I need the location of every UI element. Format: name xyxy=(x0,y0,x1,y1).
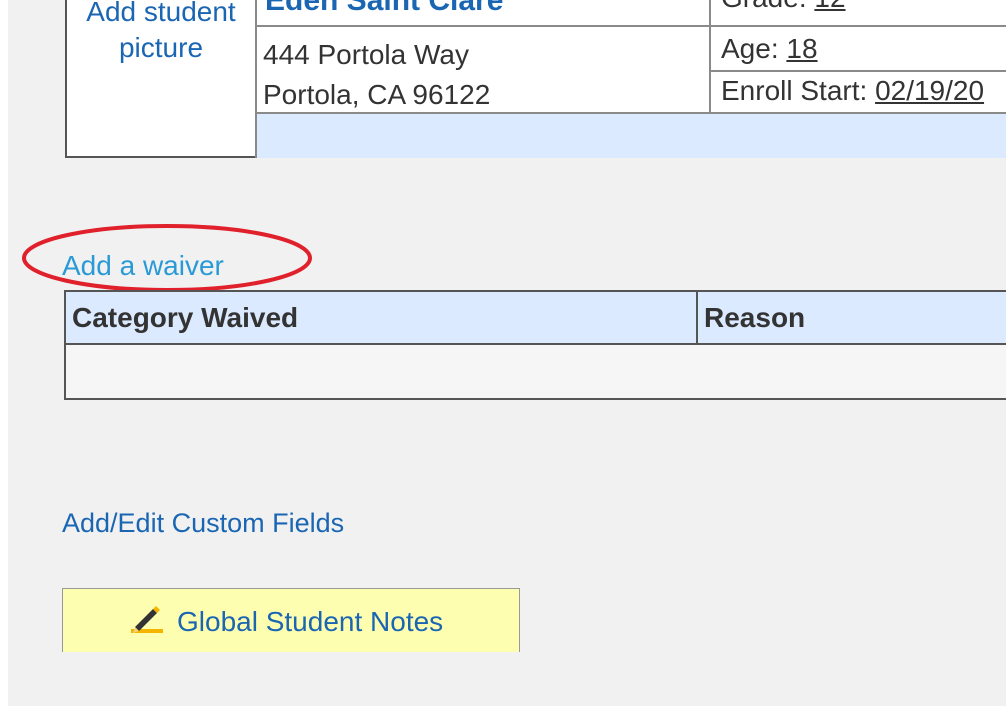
waiver-table: Category Waived Reason xyxy=(64,290,1006,400)
address-line1: 444 Portola Way xyxy=(263,39,469,70)
student-name-row: Eden Saint Clare Grade: 12 xyxy=(257,0,1006,27)
add-student-picture-link[interactable]: Add student picture xyxy=(67,0,257,158)
waiver-table-header: Category Waived Reason xyxy=(66,292,1006,345)
column-divider xyxy=(696,292,698,343)
age-label: Age: xyxy=(721,33,779,64)
highlight-oval xyxy=(22,224,312,292)
row-divider xyxy=(709,70,1006,72)
enroll-info: Enroll Start: 02/19/20 xyxy=(721,75,984,107)
column-header-category-waived: Category Waived xyxy=(72,302,299,333)
picture-link-line2: picture xyxy=(118,32,204,63)
student-card: Add student picture Eden Saint Clare Gra… xyxy=(65,0,1006,158)
column-divider xyxy=(709,0,711,25)
grade-label: Grade: xyxy=(721,0,807,13)
grade-value[interactable]: 12 xyxy=(814,0,845,13)
add-edit-custom-fields-link[interactable]: Add/Edit Custom Fields xyxy=(62,508,344,539)
student-address-row: 444 Portola Way Portola, CA 96122 Age: 1… xyxy=(257,27,1006,114)
enroll-label: Enroll Start: xyxy=(721,75,868,106)
student-address: 444 Portola Way Portola, CA 96122 xyxy=(263,35,490,115)
address-line2: Portola, CA 96122 xyxy=(263,79,491,110)
enroll-value[interactable]: 02/19/20 xyxy=(875,75,984,106)
page-panel: Add student picture Eden Saint Clare Gra… xyxy=(8,0,1006,706)
pencil-note-icon xyxy=(131,606,163,633)
picture-link-line1: Add student xyxy=(86,0,236,27)
age-info: Age: 18 xyxy=(721,33,818,65)
column-header-reason: Reason xyxy=(704,302,806,333)
student-card-footer xyxy=(257,114,1006,158)
global-student-notes-label: Global Student Notes xyxy=(177,606,444,637)
student-name[interactable]: Eden Saint Clare xyxy=(265,0,503,18)
grade-info: Grade: 12 xyxy=(721,0,846,14)
global-student-notes-button[interactable]: Global Student Notes xyxy=(62,588,520,652)
age-value[interactable]: 18 xyxy=(786,33,817,64)
